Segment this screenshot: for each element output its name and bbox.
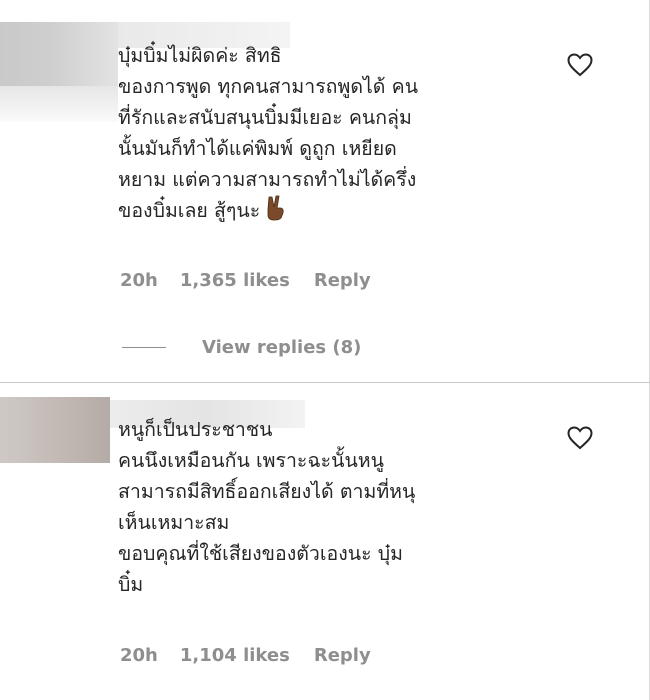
comment-meta: 20h 1,104 likes Reply xyxy=(120,645,371,666)
comment-text: บุ๋มบิ๋มไม่ผิดค่ะ สิทธิ ของการพูด ทุกคนส… xyxy=(118,40,538,230)
comment-time: 20h xyxy=(120,645,158,666)
blurred-avatar xyxy=(0,397,110,463)
victory-hand-emoji xyxy=(264,195,286,230)
blurred-avatar xyxy=(0,22,118,86)
comment-text: หนูก็เป็นประชาชน คนนึงเหมือนกัน เพราะฉะน… xyxy=(118,418,416,596)
view-replies-label: View replies (8) xyxy=(202,337,362,358)
view-replies-button[interactable]: View replies (8) xyxy=(122,337,361,358)
like-count[interactable]: 1,365 likes xyxy=(180,270,290,291)
reply-button[interactable]: Reply xyxy=(314,645,371,666)
heart-icon[interactable] xyxy=(567,53,593,77)
reply-button[interactable]: Reply xyxy=(314,270,371,291)
like-count[interactable]: 1,104 likes xyxy=(180,645,290,666)
heart-icon[interactable] xyxy=(567,426,593,450)
blurred-username-ext xyxy=(0,86,118,122)
comment-time: 20h xyxy=(120,270,158,291)
replies-line xyxy=(122,347,166,348)
comment-divider xyxy=(0,382,650,383)
comment-meta: 20h 1,365 likes Reply xyxy=(120,270,371,291)
